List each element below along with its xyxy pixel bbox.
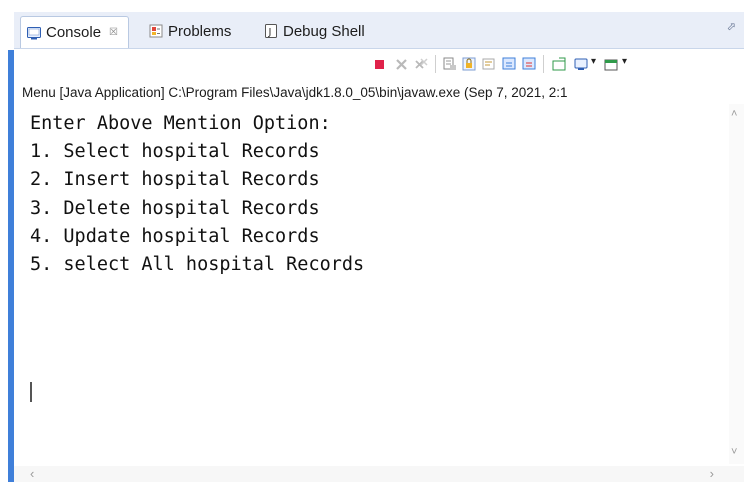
debug-shell-icon: J — [264, 24, 278, 38]
text-caret — [30, 382, 32, 402]
tab-console[interactable]: Console ☒ — [20, 16, 130, 48]
display-console-icon[interactable] — [574, 57, 589, 71]
svg-text:J: J — [268, 27, 272, 38]
console-line: 3. Delete hospital Records — [30, 197, 320, 219]
console-line: Enter Above Mention Option: — [30, 113, 331, 134]
clear-console-icon[interactable] — [442, 57, 457, 71]
chevron-down-icon[interactable]: ▾ — [622, 56, 627, 67]
remove-all-terminated-icon[interactable] — [414, 57, 429, 71]
vertical-scrollbar[interactable]: ˄ ˅ — [729, 104, 744, 464]
tab-debug-shell-label: Debug Shell — [283, 22, 365, 40]
launch-description: Menu [Java Application] C:\Program Files… — [22, 85, 568, 100]
tab-problems[interactable]: Problems — [149, 16, 231, 46]
console-output: Enter Above Mention Option: 1. Select ho… — [30, 110, 364, 279]
console-line: 5. select All hospital Records — [30, 254, 365, 276]
open-console-icon[interactable] — [604, 57, 619, 71]
word-wrap-icon[interactable] — [482, 57, 497, 71]
toolbar-separator — [435, 55, 436, 73]
show-on-stdout-icon[interactable] — [502, 57, 517, 71]
tab-debug-shell[interactable]: J Debug Shell — [264, 16, 365, 46]
console-line: 1. Select hospital Records — [30, 141, 320, 163]
scroll-lock-icon[interactable] — [462, 57, 477, 71]
chevron-down-icon[interactable]: ▾ — [591, 56, 596, 67]
show-on-stderr-icon[interactable] — [522, 57, 537, 71]
remove-launch-icon[interactable] — [394, 57, 409, 71]
tab-console-label: Console — [46, 24, 102, 41]
scroll-left-icon[interactable]: ‹ — [30, 466, 34, 481]
tab-problems-label: Problems — [168, 22, 232, 40]
close-icon[interactable]: ☒ — [109, 27, 118, 38]
console-output-area[interactable]: Enter Above Mention Option: 1. Select ho… — [14, 104, 729, 464]
view-tab-strip: Console ☒ Problems J Debug Shell ⬀ — [14, 12, 744, 49]
scroll-right-icon[interactable]: › — [710, 466, 714, 481]
scroll-down-icon[interactable]: ˅ — [731, 446, 737, 458]
scroll-up-icon[interactable]: ˄ — [731, 108, 737, 120]
view-menu-icon[interactable]: ⬀ — [727, 20, 736, 33]
toolbar-separator — [543, 55, 544, 73]
console-line: 2. Insert hospital Records — [30, 169, 320, 191]
horizontal-scrollbar[interactable]: ‹ › — [14, 466, 744, 482]
console-icon — [27, 26, 41, 40]
console-view: Console ☒ Problems J Debug Shell ⬀ ▾ ▾ M… — [0, 0, 746, 491]
terminate-icon[interactable] — [372, 57, 387, 71]
console-toolbar: ▾ ▾ — [14, 50, 744, 80]
console-line: 4. Update hospital Records — [30, 225, 320, 247]
problems-icon — [149, 24, 163, 38]
pin-console-icon[interactable] — [552, 57, 567, 71]
